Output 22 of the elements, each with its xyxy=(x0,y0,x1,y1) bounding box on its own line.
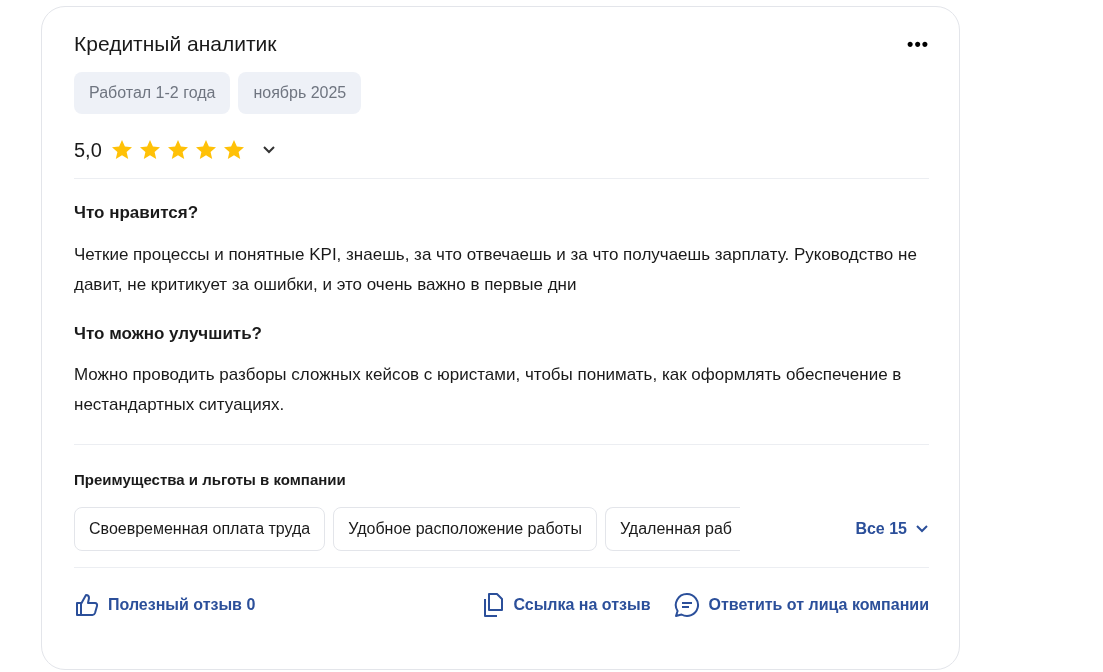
review-text: Можно проводить разборы сложных кейсов с юристами, чтобы понимать, как оформлять обеспечение в нестандартных ситуациях. xyxy=(74,363,903,416)
tag: ноябрь 2025 xyxy=(238,72,362,115)
benefits-heading: Преимущества и льготы в компании xyxy=(74,469,347,490)
job-title: Кредитный аналитик xyxy=(74,31,277,57)
section-heading: Что нравится? xyxy=(74,203,200,224)
benefit-tag: Удобное расположение работы xyxy=(333,507,597,552)
show-all-button[interactable]: Все 15 xyxy=(855,517,929,542)
rating-value: 5,0 xyxy=(74,138,102,164)
benefit-tag: Своевременная оплата труда xyxy=(74,507,326,552)
tag: Работал 1-2 года xyxy=(74,72,231,115)
section-heading: Что можно улучшить? xyxy=(74,323,263,344)
action-link[interactable]: Ответить от лица компании xyxy=(674,592,929,619)
action-link[interactable]: Полезный отзыв 0 xyxy=(74,592,256,619)
chevron-down-icon xyxy=(915,524,929,535)
more-menu-button[interactable]: ••• xyxy=(907,34,929,53)
chevron-down-icon[interactable] xyxy=(261,145,276,156)
thumbs-up-icon xyxy=(74,592,100,619)
review-text: Четкие процессы и понятные KPI, знаешь, за что отвечаешь и за что получаешь зарплату. Руководство не давит, не критикует за ошибки, и это очень важно в первые дни xyxy=(74,243,918,296)
benefit-tag: Удаленная раб xyxy=(604,507,740,552)
chat-icon xyxy=(674,592,701,619)
action-link[interactable]: Ссылка на отзыв xyxy=(481,592,651,619)
copy-icon xyxy=(481,592,506,619)
